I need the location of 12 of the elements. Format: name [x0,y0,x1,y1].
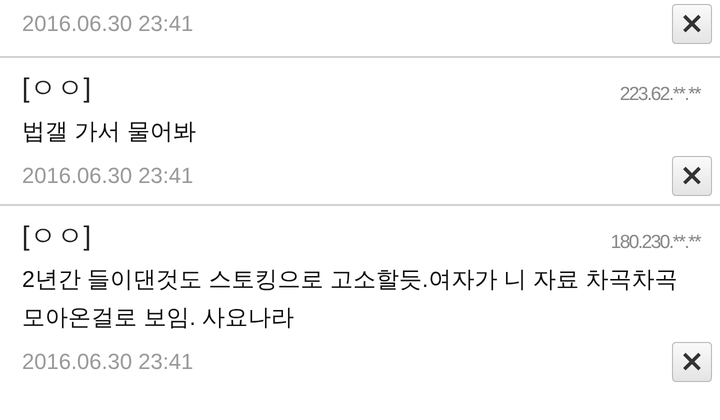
comment-date: 2016.06.30 23:41 [22,11,194,37]
comment-date: 2016.06.30 23:41 [22,163,194,189]
comment-date: 2016.06.30 23:41 [22,349,194,375]
delete-button[interactable]: × [672,156,712,196]
comment-text: 2년간 들이댄것도 스토킹으로 고소할듯.여자가 니 자료 차곡차곡 모아온걸로 보임. 사요나라 [22,265,679,332]
ip-address: 180.230.**.** [610,232,700,254]
commenter-name: [ㅇㅇ] [22,220,92,253]
commenter-name: [ㅇㅇ] [22,72,92,105]
ip-address: 223.62.**.** [620,84,700,106]
delete-button[interactable]: × [672,342,712,382]
delete-button[interactable]: × [672,4,712,44]
comment-text: 법갤 가서 물어봐 [22,117,197,146]
